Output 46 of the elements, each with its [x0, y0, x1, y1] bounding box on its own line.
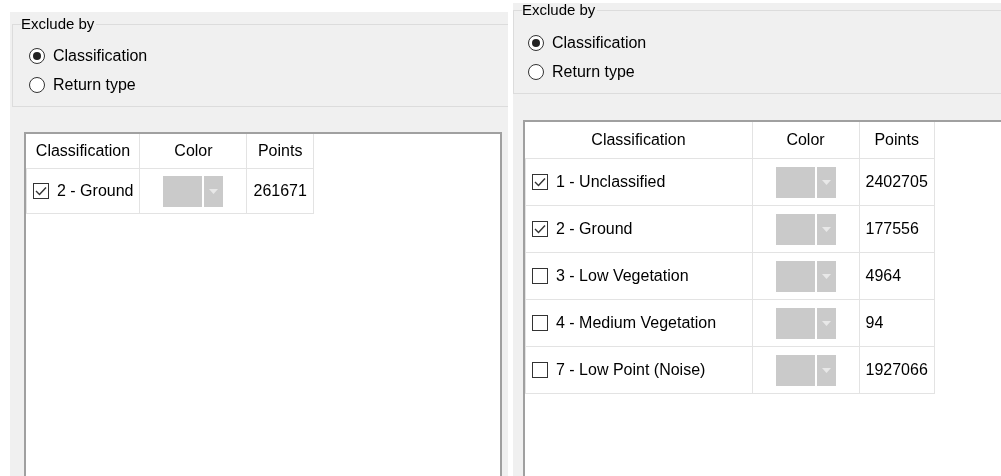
group-legend: Exclude by [522, 3, 598, 18]
color-dropdown[interactable] [775, 213, 836, 245]
class-label: 2 - Ground [57, 182, 134, 200]
table-cell: 4964 [859, 252, 935, 300]
radio-option[interactable]: Classification [29, 47, 148, 65]
radio-icon[interactable] [29, 77, 45, 93]
caret-icon [209, 188, 219, 194]
color-dropdown[interactable] [775, 260, 836, 292]
caret-icon [821, 273, 831, 279]
radio-option[interactable]: Return type [528, 63, 635, 81]
checkbox[interactable] [532, 268, 548, 284]
radio-option[interactable]: Classification [528, 34, 647, 52]
radio-icon[interactable] [528, 35, 544, 51]
color-dropdown[interactable] [775, 354, 836, 386]
radio-icon[interactable] [29, 48, 45, 64]
caret-icon [821, 367, 831, 373]
column-header: Points [859, 122, 935, 159]
checkbox[interactable] [33, 183, 49, 199]
table-cell: 261671 [247, 168, 314, 214]
class-label: 4 - Medium Vegetation [556, 314, 717, 332]
table-cell: 177556 [859, 205, 935, 253]
class-label: 2 - Ground [556, 220, 633, 238]
color-dropdown[interactable] [775, 307, 836, 339]
class-label: 7 - Low Point (Noise) [556, 361, 706, 379]
caret-icon [821, 179, 831, 185]
table-cell: 94 [859, 299, 935, 347]
column-header: Classification [525, 122, 752, 159]
checkbox[interactable] [532, 362, 548, 378]
column-header: Points [247, 134, 314, 169]
color-dropdown[interactable] [775, 166, 836, 198]
column-header: Color [140, 134, 247, 169]
column-header: Classification [26, 134, 140, 169]
column-header: Color [752, 122, 859, 159]
class-label: 3 - Low Vegetation [556, 267, 689, 285]
checkbox[interactable] [532, 315, 548, 331]
checkbox[interactable] [532, 221, 548, 237]
checkbox[interactable] [532, 174, 548, 190]
table-cell: 2402705 [859, 158, 935, 206]
caret-icon [821, 320, 831, 326]
class-label: 1 - Unclassified [556, 173, 666, 191]
radio-icon[interactable] [528, 64, 544, 80]
caret-icon [821, 226, 831, 232]
group-legend: Exclude by [21, 15, 97, 32]
table-cell: 1927066 [859, 346, 935, 394]
color-dropdown[interactable] [163, 175, 224, 207]
radio-option[interactable]: Return type [29, 76, 136, 94]
